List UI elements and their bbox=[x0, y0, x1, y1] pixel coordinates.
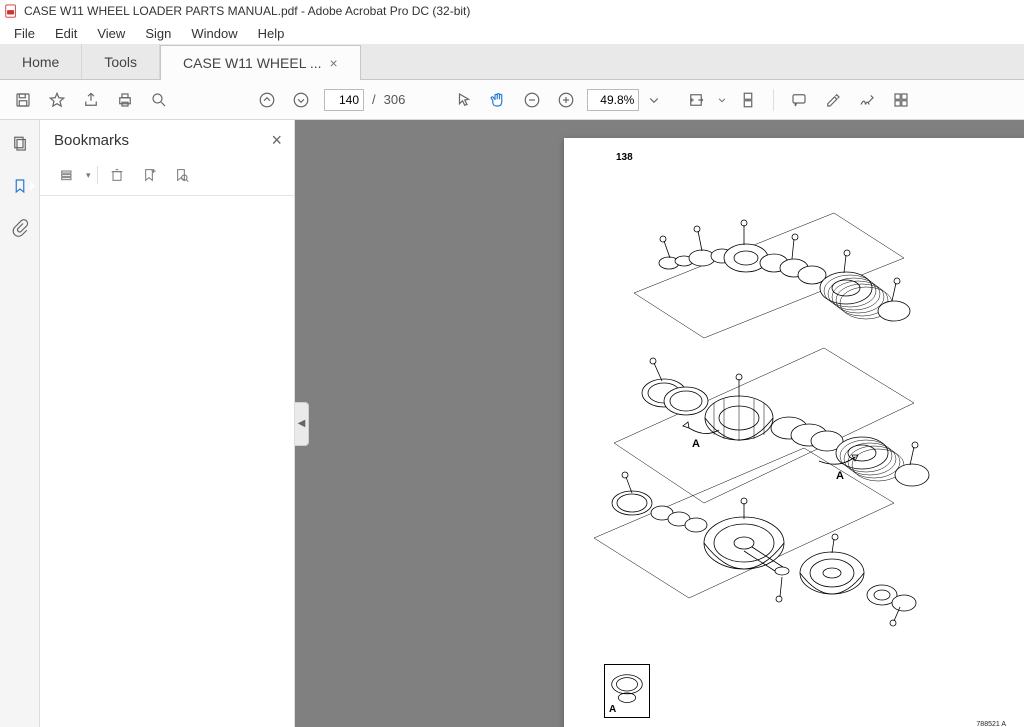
save-button[interactable] bbox=[8, 85, 38, 115]
more-tools-button[interactable] bbox=[886, 85, 916, 115]
highlight-button[interactable] bbox=[818, 85, 848, 115]
comment-button[interactable] bbox=[784, 85, 814, 115]
svg-text:A: A bbox=[692, 438, 700, 450]
zoom-dropdown-button[interactable] bbox=[645, 85, 663, 115]
window-title: CASE W11 WHEEL LOADER PARTS MANUAL.pdf -… bbox=[24, 4, 470, 18]
navigation-rail bbox=[0, 120, 40, 727]
find-button[interactable] bbox=[144, 85, 174, 115]
tab-strip: Home Tools CASE W11 WHEEL ... × bbox=[0, 44, 1024, 80]
main-area: Bookmarks × ▾ ◀ 138 bbox=[0, 120, 1024, 727]
toolbar-separator bbox=[773, 89, 774, 111]
bookmarks-panel: Bookmarks × ▾ bbox=[40, 120, 295, 727]
menu-file[interactable]: File bbox=[6, 24, 43, 43]
bookmarks-panel-button[interactable] bbox=[6, 172, 34, 200]
page-down-button[interactable] bbox=[286, 85, 316, 115]
attachments-panel-button[interactable] bbox=[6, 214, 34, 242]
sign-button[interactable] bbox=[852, 85, 882, 115]
tab-document-label: CASE W11 WHEEL ... bbox=[183, 55, 321, 71]
page-up-button[interactable] bbox=[252, 85, 282, 115]
diagram-reference-id: 788521 A bbox=[976, 721, 1006, 727]
zoom-level-input[interactable] bbox=[587, 89, 639, 111]
panel-close-button[interactable]: × bbox=[271, 130, 282, 151]
toolbar-separator bbox=[97, 166, 98, 184]
tab-home[interactable]: Home bbox=[0, 44, 82, 79]
zoom-out-button[interactable] bbox=[517, 85, 547, 115]
window-titlebar: CASE W11 WHEEL LOADER PARTS MANUAL.pdf -… bbox=[0, 0, 1024, 22]
detail-inset-a: A bbox=[604, 664, 650, 718]
chevron-down-icon: ▾ bbox=[86, 170, 91, 181]
share-button[interactable] bbox=[76, 85, 106, 115]
selection-tool-button[interactable] bbox=[449, 85, 479, 115]
svg-text:A: A bbox=[836, 470, 844, 482]
hand-tool-button[interactable] bbox=[483, 85, 513, 115]
close-icon[interactable]: × bbox=[330, 55, 338, 71]
find-bookmark-button[interactable] bbox=[168, 163, 194, 187]
panel-title: Bookmarks bbox=[54, 132, 129, 149]
page-separator: / bbox=[372, 92, 376, 107]
menubar: File Edit View Sign Window Help bbox=[0, 22, 1024, 44]
fit-dropdown-button[interactable] bbox=[715, 85, 729, 115]
main-toolbar: / 306 bbox=[0, 80, 1024, 120]
tab-document[interactable]: CASE W11 WHEEL ... × bbox=[160, 45, 361, 80]
bookmarks-toolbar: ▾ bbox=[40, 159, 294, 196]
tab-tools[interactable]: Tools bbox=[82, 44, 160, 79]
pdf-file-icon bbox=[4, 4, 18, 18]
page-number-label: 138 bbox=[616, 152, 633, 163]
detail-label: A bbox=[609, 704, 616, 715]
menu-edit[interactable]: Edit bbox=[47, 24, 85, 43]
exploded-parts-diagram: A A bbox=[594, 203, 1004, 643]
delete-bookmark-button[interactable] bbox=[104, 163, 130, 187]
page-number-input[interactable] bbox=[324, 89, 364, 111]
page-total: 306 bbox=[384, 92, 406, 107]
star-button[interactable] bbox=[42, 85, 72, 115]
menu-sign[interactable]: Sign bbox=[137, 24, 179, 43]
document-viewport[interactable]: ◀ 138 bbox=[295, 120, 1024, 727]
print-button[interactable] bbox=[110, 85, 140, 115]
menu-view[interactable]: View bbox=[89, 24, 133, 43]
scroll-mode-button[interactable] bbox=[733, 85, 763, 115]
zoom-in-button[interactable] bbox=[551, 85, 581, 115]
bookmarks-options-button[interactable] bbox=[54, 163, 80, 187]
thumbnails-panel-button[interactable] bbox=[6, 130, 34, 158]
collapse-sidepanel-handle[interactable]: ◀ bbox=[295, 402, 309, 446]
menu-help[interactable]: Help bbox=[250, 24, 293, 43]
new-bookmark-button[interactable] bbox=[136, 163, 162, 187]
menu-window[interactable]: Window bbox=[183, 24, 245, 43]
fit-width-button[interactable] bbox=[681, 85, 711, 115]
pdf-page: 138 bbox=[564, 138, 1024, 727]
